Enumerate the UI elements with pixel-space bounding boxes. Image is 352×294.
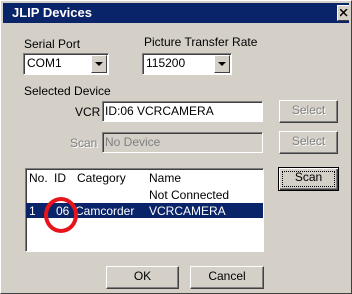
row-name: VCRCAMERA xyxy=(149,204,226,218)
close-button[interactable] xyxy=(337,5,349,21)
ok-button[interactable]: OK xyxy=(106,266,179,289)
vcr-field[interactable]: ID:06 VCRCAMERA xyxy=(102,101,263,122)
scan-label: Scan xyxy=(70,136,98,150)
close-icon xyxy=(340,9,348,17)
jlip-devices-dialog: JLIP Devices Serial Port COM1 Picture Tr… xyxy=(0,0,352,294)
select-vcr-button-label: Select xyxy=(291,103,326,117)
chevron-down-icon[interactable] xyxy=(214,55,230,73)
transfer-rate-label: Picture Transfer Rate xyxy=(144,35,258,49)
row-name: Not Connected xyxy=(149,188,230,202)
select-vcr-button[interactable]: Select xyxy=(279,100,338,123)
column-header: Name xyxy=(149,171,182,185)
cancel-button[interactable]: Cancel xyxy=(190,266,264,289)
cancel-button-label: Cancel xyxy=(208,269,246,283)
selected-device-label: Selected Device xyxy=(24,84,111,98)
highlight-circle xyxy=(44,197,78,233)
vcr-label: VCR xyxy=(75,105,101,119)
select-scan-button-label: Select xyxy=(291,134,326,148)
scan-button-label: Scan xyxy=(294,170,323,184)
column-header: No. xyxy=(29,171,48,185)
ok-button-label: OK xyxy=(133,269,152,283)
scan-button[interactable]: Scan xyxy=(278,167,339,191)
column-header: Category xyxy=(77,171,126,185)
serial-port-select[interactable]: COM1 xyxy=(23,53,109,75)
select-scan-button[interactable]: Select xyxy=(279,131,338,154)
row-category: Camcorder xyxy=(75,204,135,218)
transfer-rate-select[interactable]: 115200 xyxy=(142,53,232,75)
serial-port-label: Serial Port xyxy=(24,37,81,51)
window-title: JLIP Devices xyxy=(12,5,92,20)
row-no: 1 xyxy=(29,204,36,218)
scan-field[interactable]: No Device xyxy=(102,132,263,153)
column-header: ID xyxy=(54,171,66,185)
title-bar: JLIP Devices xyxy=(3,3,349,23)
transfer-rate-value: 115200 xyxy=(146,56,186,70)
serial-port-value: COM1 xyxy=(27,56,62,70)
list-header: No. ID Category Name xyxy=(26,170,263,185)
scan-value: No Device xyxy=(105,135,161,149)
vcr-value: ID:06 VCRCAMERA xyxy=(105,104,214,118)
chevron-down-icon[interactable] xyxy=(91,55,107,73)
